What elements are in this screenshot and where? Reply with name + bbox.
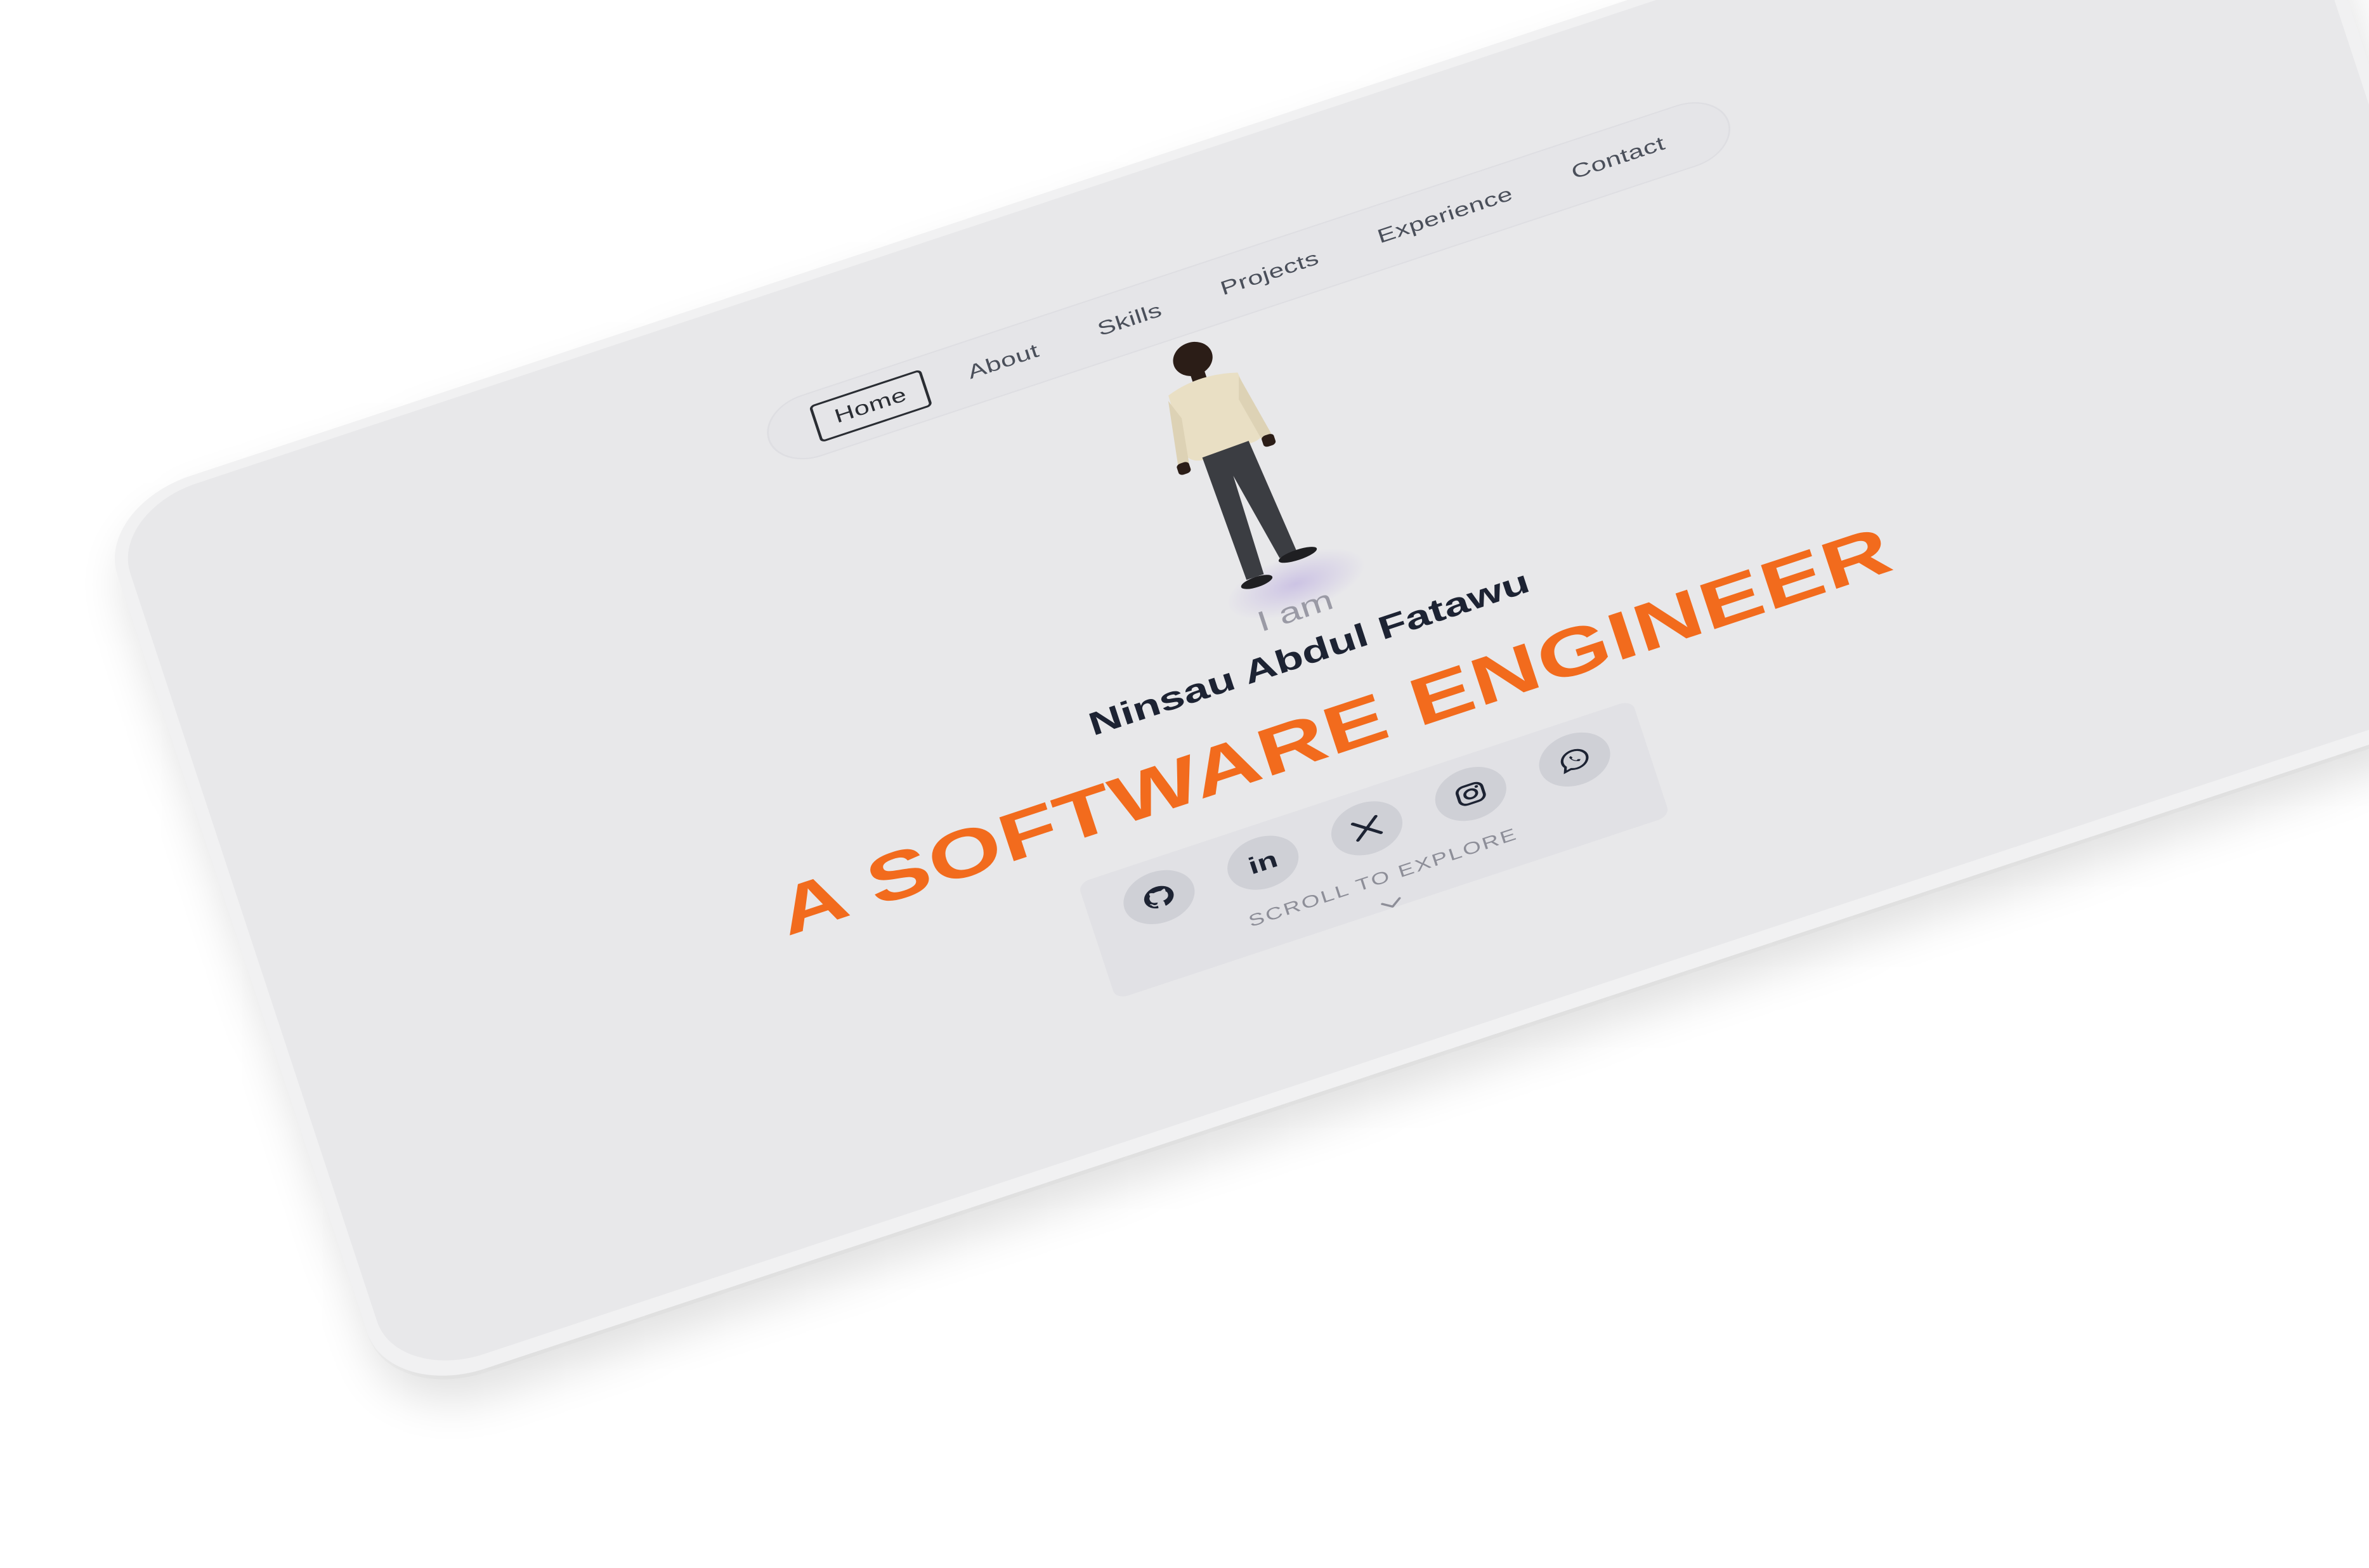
device-frame: Home About Skills Projects Experience Co… xyxy=(95,0,2369,1401)
instagram-icon xyxy=(1455,781,1486,806)
github-icon xyxy=(1144,885,1174,909)
whatsapp-link[interactable] xyxy=(1532,723,1617,796)
nav-skills[interactable]: Skills xyxy=(1076,287,1184,353)
mockup-stage: Home About Skills Projects Experience Co… xyxy=(0,0,2369,1568)
instagram-link[interactable] xyxy=(1428,758,1514,830)
linkedin-icon: in xyxy=(1244,845,1281,880)
x-link[interactable] xyxy=(1324,792,1410,865)
avatar-figure xyxy=(1168,341,1317,589)
nav-about[interactable]: About xyxy=(946,328,1061,396)
linkedin-link[interactable]: in xyxy=(1220,826,1306,899)
nav-contact[interactable]: Contact xyxy=(1550,121,1688,195)
nav-home[interactable]: Home xyxy=(809,369,932,443)
nav-experience[interactable]: Experience xyxy=(1355,171,1535,260)
whatsapp-icon xyxy=(1560,748,1589,774)
screen: Home About Skills Projects Experience Co… xyxy=(110,0,2369,1383)
nav-projects[interactable]: Projects xyxy=(1198,235,1341,312)
github-link[interactable] xyxy=(1116,861,1202,934)
x-icon xyxy=(1350,814,1383,842)
